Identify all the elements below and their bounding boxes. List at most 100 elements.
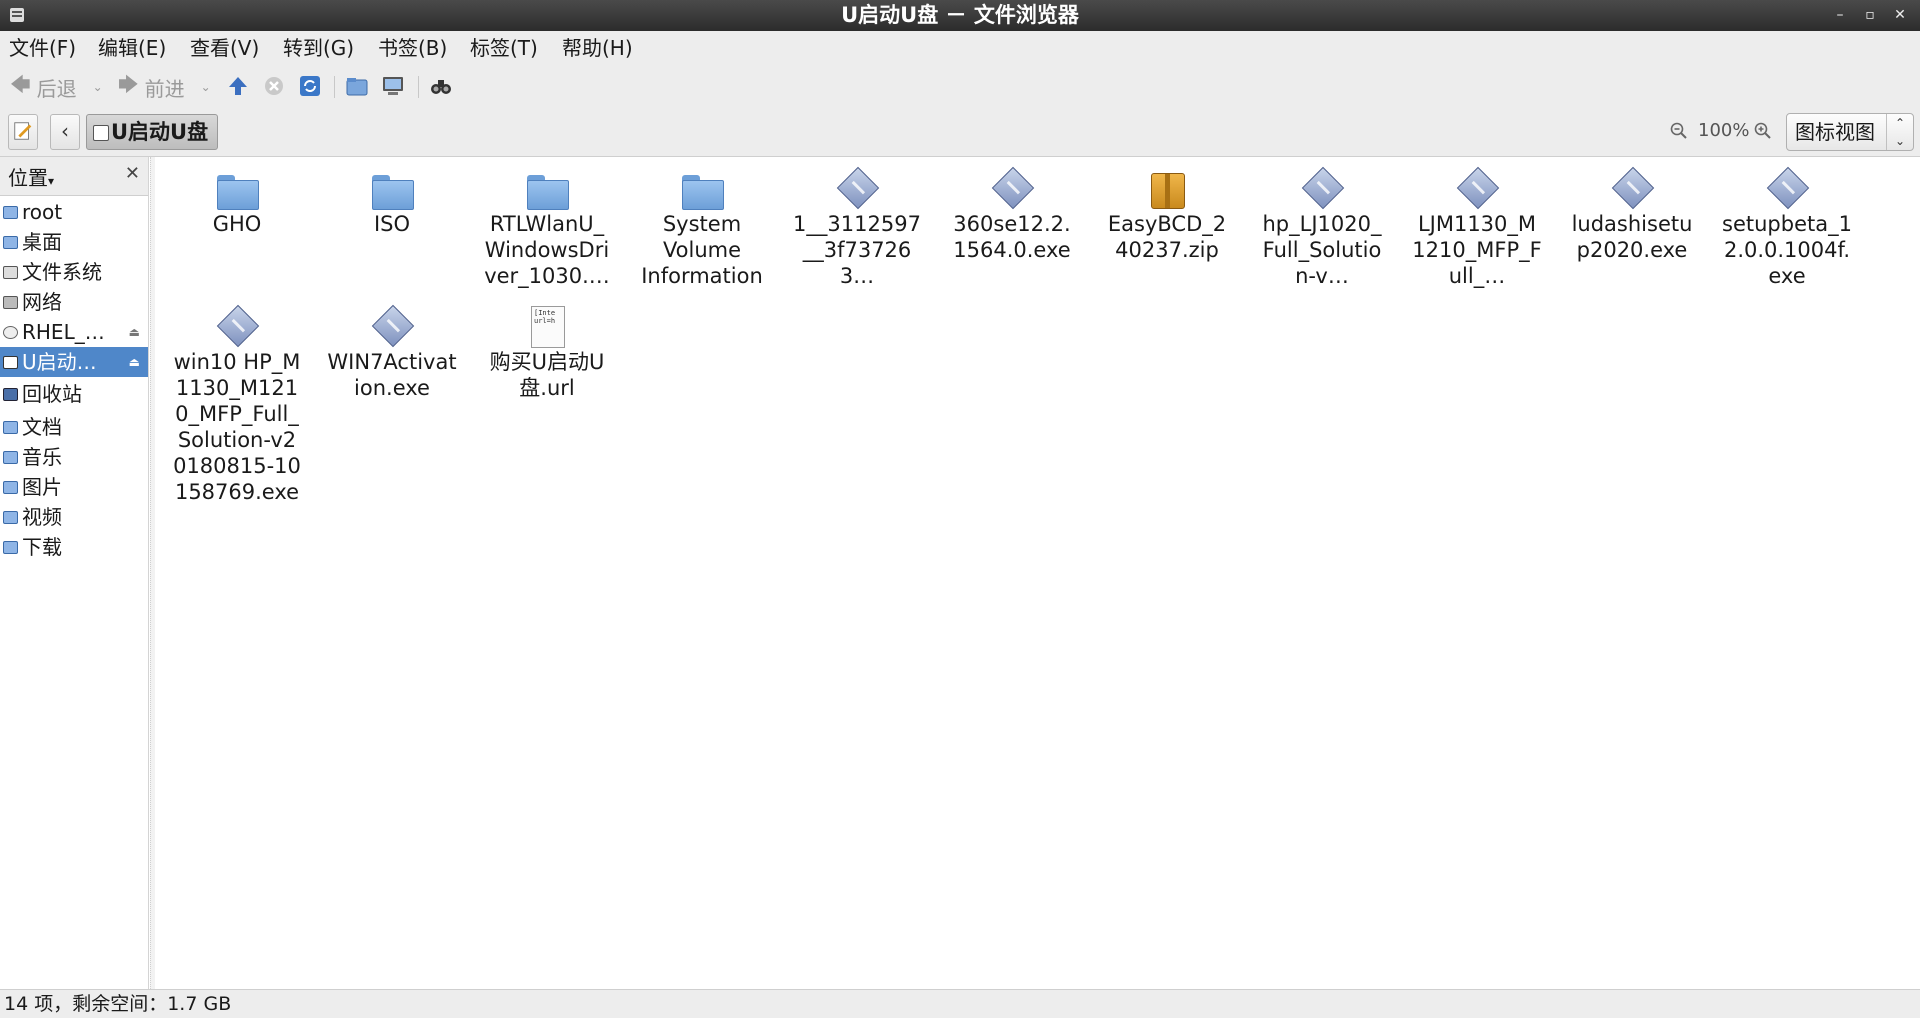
menu-tabs[interactable]: 标签(T): [470, 31, 538, 66]
file-name: setupbeta_12.0.0.1004f.exe: [1722, 212, 1852, 288]
sidebar-item-filesystem[interactable]: 文件系统: [0, 257, 148, 287]
file-name: ludashisetup2020.exe: [1571, 212, 1693, 262]
file-name: EasyBCD_240237.zip: [1107, 212, 1227, 262]
harddrive-icon: [3, 266, 18, 279]
status-text: 14 项，剩余空间：1.7 GB: [4, 993, 232, 1015]
sidebar-item-music[interactable]: 音乐: [0, 442, 148, 472]
stop-icon[interactable]: [262, 74, 286, 98]
sidebar: 位置▾ ✕ root 桌面 文件系统 网络 RHEL_… ⏏ U启动… ⏏ 回收站 …: [0, 157, 149, 989]
sidebar-item-label: 音乐: [22, 445, 62, 469]
sidebar-item-rhel-disc[interactable]: RHEL_… ⏏: [0, 317, 148, 347]
sidebar-item-label: 图片: [22, 475, 62, 499]
status-bar: 14 项，剩余空间：1.7 GB: [0, 989, 1920, 1018]
menu-view[interactable]: 查看(V): [190, 31, 259, 66]
url-preview-text: [Inte url=h: [531, 306, 565, 348]
file-item[interactable]: 1__3112597__3f737263…: [792, 166, 922, 289]
network-icon: [3, 296, 18, 309]
toolbar: 🡄 后退 ⌄ 🡆 前进 ⌄: [0, 66, 1920, 108]
executable-icon: [1610, 166, 1655, 211]
videos-folder-icon: [3, 511, 18, 524]
file-name: 1__3112597__3f737263…: [793, 212, 921, 288]
computer-icon[interactable]: [381, 74, 405, 98]
sidebar-item-usb-drive[interactable]: U启动… ⏏: [0, 347, 148, 377]
sidebar-item-pictures[interactable]: 图片: [0, 472, 148, 502]
file-name: System Volume Information: [641, 212, 763, 288]
menu-bookmarks[interactable]: 书签(B): [378, 31, 447, 66]
sidebar-item-label: U启动…: [22, 350, 97, 374]
sidebar-type-selector[interactable]: 位置▾: [8, 162, 54, 191]
home-folder-icon[interactable]: [345, 74, 369, 98]
downloads-folder-icon: [3, 541, 18, 554]
sidebar-item-network[interactable]: 网络: [0, 287, 148, 317]
sidebar-item-documents[interactable]: 文档: [0, 412, 148, 442]
file-item[interactable]: win10 HP_M1130_M1210_MFP_Full_Solution-v…: [172, 304, 302, 505]
sidebar-item-downloads[interactable]: 下载: [0, 532, 148, 562]
file-name: LJM1130_M1210_MFP_Full_…: [1412, 212, 1542, 288]
up-arrow-icon[interactable]: [226, 74, 250, 98]
path-left-button[interactable]: ‹: [50, 114, 80, 150]
folder-icon: [370, 167, 414, 211]
back-label: 后退: [36, 76, 77, 101]
executable-icon: [990, 166, 1035, 211]
sidebar-item-desktop[interactable]: 桌面: [0, 227, 148, 257]
close-icon[interactable]: ✕: [125, 163, 140, 184]
file-item[interactable]: EasyBCD_240237.zip: [1102, 167, 1232, 263]
toggle-location-entry-button[interactable]: [8, 114, 38, 150]
forward-label: 前进: [144, 76, 185, 101]
file-name: WIN7Activation.exe: [327, 350, 457, 400]
file-name: ISO: [373, 212, 411, 236]
close-button[interactable]: ✕: [1885, 0, 1915, 31]
breadcrumb-current[interactable]: U启动U盘: [86, 114, 218, 150]
search-binoculars-icon[interactable]: [429, 74, 453, 98]
eject-icon[interactable]: ⏏: [129, 347, 140, 377]
trash-icon: [3, 388, 18, 401]
file-icon-view[interactable]: GHO ISO RTLWlanU_WindowsDriver_1030.… Sy…: [155, 157, 1920, 989]
file-item[interactable]: System Volume Information: [637, 167, 767, 289]
sidebar-header-label: 位置: [8, 166, 48, 190]
file-name: win10 HP_M1130_M1210_MFP_Full_Solution-v…: [173, 350, 301, 504]
folder-icon: [680, 167, 724, 211]
breadcrumb-label: U启动U盘: [111, 120, 209, 144]
folder-icon: [215, 167, 259, 211]
maximize-button[interactable]: ▫: [1855, 0, 1885, 31]
file-item[interactable]: RTLWlanU_WindowsDriver_1030.…: [482, 167, 612, 289]
menu-file[interactable]: 文件(F): [9, 31, 76, 66]
chevron-down-icon: ⌄: [92, 80, 103, 94]
sidebar-item-label: RHEL_…: [22, 320, 105, 344]
sidebar-item-label: 桌面: [22, 230, 62, 254]
location-bar: ‹ U启动U盘 100% 图标视图 ⌃ ⌄: [0, 108, 1920, 157]
sidebar-item-label: 视频: [22, 505, 62, 529]
file-item[interactable]: [Inte url=h 购买U启动U盘.url: [482, 305, 612, 401]
executable-icon: [1455, 166, 1500, 211]
sidebar-item-trash[interactable]: 回收站: [0, 379, 148, 409]
file-item[interactable]: hp_LJ1020_Full_Solution-v…: [1257, 166, 1387, 289]
minimize-button[interactable]: –: [1825, 0, 1855, 31]
executable-icon: [370, 304, 415, 349]
sidebar-item-label: 网络: [22, 290, 62, 314]
menu-edit[interactable]: 编辑(E): [98, 31, 166, 66]
sidebar-item-videos[interactable]: 视频: [0, 502, 148, 532]
reload-icon[interactable]: [298, 74, 322, 98]
file-item[interactable]: LJM1130_M1210_MFP_Full_…: [1412, 166, 1542, 289]
back-button[interactable]: 🡄 后退 ⌄: [10, 72, 103, 102]
file-item[interactable]: ISO: [327, 167, 457, 237]
toolbar-separator: [334, 76, 335, 98]
toolbar-separator: [418, 76, 419, 98]
zoom-out-icon[interactable]: [1670, 122, 1688, 140]
menu-help[interactable]: 帮助(H): [562, 31, 633, 66]
eject-icon[interactable]: ⏏: [129, 317, 140, 347]
file-name: 购买U启动U盘.url: [489, 350, 605, 400]
zoom-level: 100%: [1698, 120, 1750, 141]
zoom-in-icon[interactable]: [1754, 122, 1772, 140]
file-item[interactable]: 360se12.2.1564.0.exe: [947, 166, 1077, 263]
view-mode-select[interactable]: 图标视图 ⌃ ⌄: [1786, 113, 1914, 151]
file-item[interactable]: setupbeta_12.0.0.1004f.exe: [1722, 166, 1852, 289]
sidebar-item-root[interactable]: root: [0, 197, 148, 227]
forward-button[interactable]: 🡆 前进 ⌄: [118, 72, 211, 102]
file-item[interactable]: WIN7Activation.exe: [327, 304, 457, 401]
executable-icon: [1765, 166, 1810, 211]
music-folder-icon: [3, 451, 18, 464]
file-item[interactable]: GHO: [172, 167, 302, 237]
file-item[interactable]: ludashisetup2020.exe: [1567, 166, 1697, 263]
menu-go[interactable]: 转到(G): [283, 31, 354, 66]
